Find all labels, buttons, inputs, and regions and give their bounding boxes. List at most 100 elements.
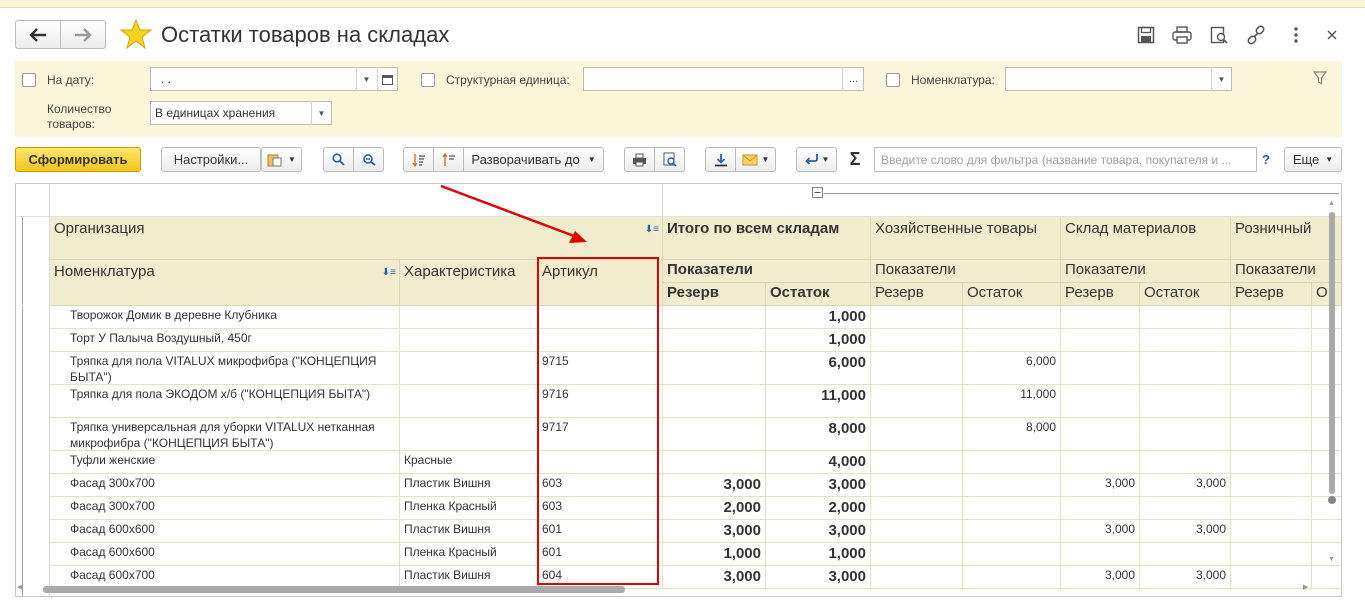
scroll-down-icon[interactable]: ▼	[1328, 556, 1335, 563]
cell-household-reserve[interactable]	[871, 385, 963, 418]
quantity-dropdown-button[interactable]: ▼	[311, 101, 331, 125]
print-report-button[interactable]	[624, 147, 655, 172]
cell-characteristic[interactable]	[400, 306, 538, 329]
cell-retail-reserve[interactable]	[1231, 520, 1312, 543]
date-checkbox[interactable]	[22, 73, 36, 87]
cell-article[interactable]: 601	[538, 543, 663, 566]
cell-nomenclature[interactable]: Творожок Домик в деревне Клубника	[50, 306, 400, 329]
cell-retail-reserve[interactable]	[1231, 352, 1312, 385]
header-warehouse-household[interactable]: Хозяйственные товары	[871, 217, 1061, 260]
print-preview-button[interactable]	[654, 147, 685, 172]
cell-materials-reserve[interactable]: 3,000	[1061, 474, 1140, 497]
cell-materials-reserve[interactable]	[1061, 329, 1140, 352]
cell-nomenclature[interactable]: Фасад 300х700	[50, 474, 400, 497]
header-nomenclature[interactable]: Номенклатура ⬇≡	[50, 260, 400, 306]
scroll-right-icon[interactable]: ▶	[1303, 583, 1308, 591]
cell-household-reserve[interactable]	[871, 497, 963, 520]
cell-total-reserve[interactable]: 2,000	[663, 497, 766, 520]
cell-materials-balance[interactable]: 3,000	[1140, 520, 1231, 543]
header-organization[interactable]: Организация ⬇≡	[50, 217, 663, 260]
cell-retail-reserve[interactable]	[1231, 474, 1312, 497]
send-email-button[interactable]: ▼	[735, 147, 776, 172]
cell-characteristic[interactable]	[400, 329, 538, 352]
filter-funnel-button[interactable]	[1312, 71, 1328, 88]
cell-nomenclature[interactable]: Фасад 600х600	[50, 543, 400, 566]
cell-retail-reserve[interactable]	[1231, 497, 1312, 520]
date-dropdown-button[interactable]: ▼	[356, 67, 376, 91]
cell-retail-reserve[interactable]	[1231, 418, 1312, 451]
cell-article[interactable]: 603	[538, 497, 663, 520]
scroll-left-icon[interactable]: ◀	[17, 583, 22, 591]
cell-article[interactable]: 9716	[538, 385, 663, 418]
navigate-button[interactable]: ▼	[796, 147, 837, 172]
cell-characteristic[interactable]	[400, 352, 538, 385]
scroll-up-icon[interactable]: ▲	[1328, 200, 1335, 207]
cell-household-balance[interactable]	[963, 451, 1061, 474]
preview-button[interactable]	[1208, 24, 1230, 46]
cell-total-balance[interactable]: 3,000	[766, 520, 871, 543]
cell-household-balance[interactable]	[963, 543, 1061, 566]
help-button[interactable]: ?	[1262, 147, 1270, 172]
unit-checkbox[interactable]	[421, 73, 435, 87]
nomenclature-checkbox[interactable]	[886, 73, 900, 87]
nomenclature-field[interactable]	[1005, 67, 1232, 91]
cell-total-reserve[interactable]	[663, 418, 766, 451]
cell-nomenclature[interactable]: Туфли женские	[50, 451, 400, 474]
cell-materials-balance[interactable]	[1140, 418, 1231, 451]
cell-article[interactable]: 601	[538, 520, 663, 543]
cell-materials-balance[interactable]	[1140, 385, 1231, 418]
more-button[interactable]: Еще ▼	[1284, 147, 1342, 172]
cell-household-balance[interactable]: 6,000	[963, 352, 1061, 385]
search-input[interactable]: Введите слово для фильтра (название това…	[874, 147, 1257, 172]
cell-characteristic[interactable]: Красные	[400, 451, 538, 474]
cell-total-balance[interactable]: 11,000	[766, 385, 871, 418]
find-next-button[interactable]	[353, 147, 384, 172]
cell-characteristic[interactable]	[400, 418, 538, 451]
vertical-scroll-thumb[interactable]	[1329, 212, 1335, 494]
cell-total-balance[interactable]: 3,000	[766, 474, 871, 497]
cell-total-balance[interactable]: 8,000	[766, 418, 871, 451]
header-warehouse-materials[interactable]: Склад материалов	[1061, 217, 1231, 260]
cell-household-balance[interactable]: 11,000	[963, 385, 1061, 418]
close-button[interactable]	[1321, 24, 1343, 46]
settings-button[interactable]: Настройки...	[161, 147, 261, 172]
cell-household-reserve[interactable]	[871, 329, 963, 352]
cell-materials-balance[interactable]	[1140, 306, 1231, 329]
collapse-group-button[interactable]	[812, 187, 823, 198]
cell-materials-balance[interactable]	[1140, 451, 1231, 474]
cell-household-reserve[interactable]	[871, 451, 963, 474]
cell-household-balance[interactable]	[963, 497, 1061, 520]
cell-materials-reserve[interactable]	[1061, 385, 1140, 418]
back-button[interactable]	[15, 20, 61, 49]
cell-total-reserve[interactable]	[663, 329, 766, 352]
cell-materials-balance[interactable]: 3,000	[1140, 474, 1231, 497]
cell-materials-balance[interactable]	[1140, 329, 1231, 352]
save-button[interactable]	[1135, 24, 1157, 46]
nomenclature-dropdown-button[interactable]: ▼	[1211, 67, 1231, 91]
cell-materials-reserve[interactable]	[1061, 306, 1140, 329]
cell-materials-reserve[interactable]	[1061, 451, 1140, 474]
cell-article[interactable]: 9717	[538, 418, 663, 451]
unit-field[interactable]	[583, 67, 864, 91]
cell-retail-reserve[interactable]	[1231, 306, 1312, 329]
cell-materials-reserve[interactable]	[1061, 497, 1140, 520]
cell-characteristic[interactable]	[400, 385, 538, 418]
cell-nomenclature[interactable]: Фасад 300х700	[50, 497, 400, 520]
forward-button[interactable]	[60, 20, 106, 49]
cell-article[interactable]	[538, 329, 663, 352]
cell-article[interactable]: 9715	[538, 352, 663, 385]
expand-to-dropdown[interactable]: Разворачивать до ▼	[463, 147, 604, 172]
cell-characteristic[interactable]: Пластик Вишня	[400, 474, 538, 497]
cell-retail-reserve[interactable]	[1231, 385, 1312, 418]
cell-household-reserve[interactable]	[871, 543, 963, 566]
link-button[interactable]	[1245, 24, 1267, 46]
cell-materials-balance[interactable]	[1140, 352, 1231, 385]
cell-total-balance[interactable]: 1,000	[766, 329, 871, 352]
sum-button[interactable]: Σ	[846, 147, 864, 172]
cell-household-reserve[interactable]	[871, 474, 963, 497]
cell-total-reserve[interactable]: 1,000	[663, 543, 766, 566]
cell-nomenclature[interactable]: Тряпка для пола ЭКОДОМ х/б ("КОНЦЕПЦИЯ Б…	[50, 385, 400, 418]
cell-total-balance[interactable]: 4,000	[766, 451, 871, 474]
cell-nomenclature[interactable]: Тряпка универсальная для уборки VITALUX …	[50, 418, 400, 451]
variants-button[interactable]: ▼	[261, 147, 302, 172]
